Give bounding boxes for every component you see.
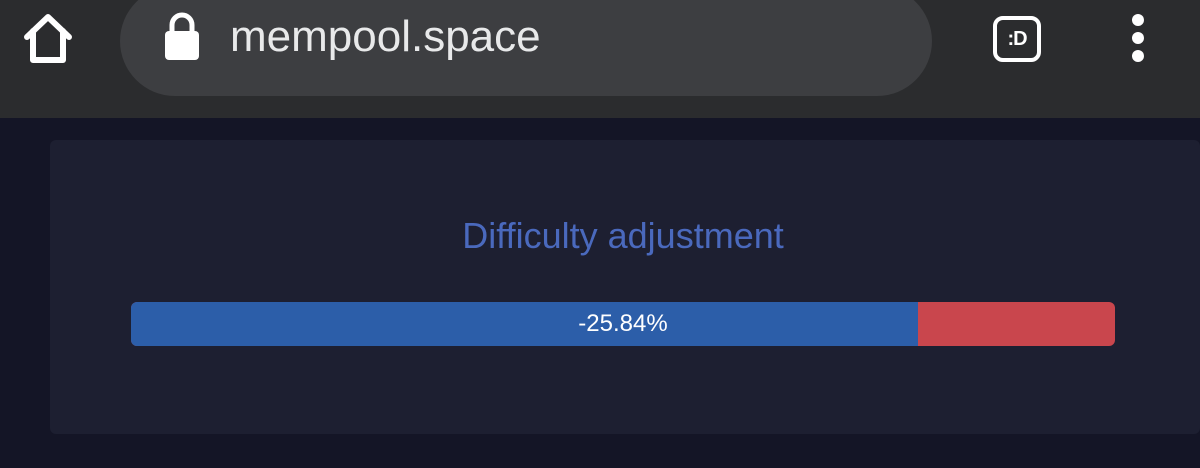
tab-switcher-button[interactable]: :D — [984, 6, 1050, 72]
address-bar[interactable]: mempool.space — [120, 0, 932, 96]
url-text: mempool.space — [230, 12, 541, 61]
tab-count-icon: :D — [993, 16, 1041, 62]
overflow-menu-button[interactable] — [1110, 4, 1166, 72]
page-content: Difficulty adjustment -25.84% — [0, 118, 1200, 468]
lock-icon — [165, 12, 199, 60]
difficulty-change-label: -25.84% — [578, 310, 668, 337]
home-button[interactable] — [14, 4, 82, 72]
difficulty-card: Difficulty adjustment -25.84% — [50, 140, 1200, 434]
card-title: Difficulty adjustment — [462, 215, 784, 256]
browser-toolbar: mempool.space :D — [0, 0, 1200, 118]
more-vert-icon — [1132, 14, 1144, 62]
home-icon — [24, 14, 72, 63]
difficulty-progress-bar: -25.84% — [131, 302, 1115, 346]
